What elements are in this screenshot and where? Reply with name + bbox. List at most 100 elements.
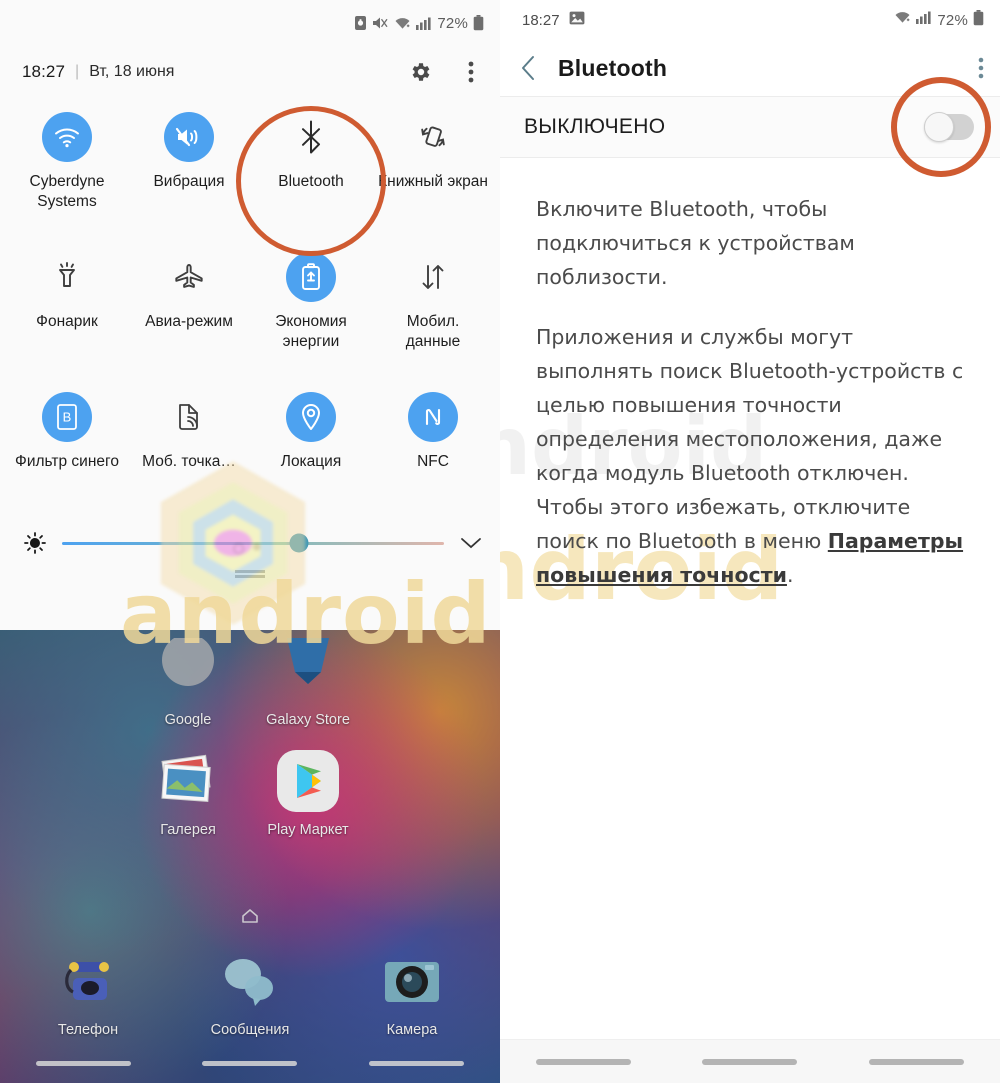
tile-mobile-hotspot[interactable]: Моб. точка… [128, 386, 250, 514]
tile-flashlight[interactable]: Фонарик [6, 246, 128, 374]
home-app-play-store[interactable]: Play Маркет [248, 748, 368, 838]
home-row-2: Галерея Play Маркет [128, 748, 500, 838]
more-vertical-icon[interactable] [458, 59, 484, 85]
home-app-phone[interactable]: Телефон [28, 948, 148, 1038]
more-vertical-icon[interactable] [978, 57, 984, 79]
home-app-label: Телефон [57, 1022, 119, 1038]
home-app-label: Galaxy Store [266, 712, 350, 728]
chevron-down-icon[interactable] [460, 536, 482, 550]
messages-icon [217, 948, 283, 1014]
nav-recents-pill[interactable] [35, 1060, 131, 1066]
wifi-icon [894, 10, 911, 30]
paragraph2-text-after: . [786, 563, 794, 587]
nav-home-pill[interactable] [202, 1060, 298, 1066]
svg-text:B: B [63, 410, 72, 425]
left-nav-bar [0, 1043, 500, 1083]
wifi-icon [42, 112, 92, 162]
right-nav-bar [500, 1039, 1000, 1083]
tile-label: Книжный экран [378, 173, 488, 190]
tile-label: Фильтр синего [15, 453, 119, 470]
flashlight-icon [42, 252, 92, 302]
signal-icon [416, 16, 432, 31]
tile-nfc[interactable]: NFC [372, 386, 494, 514]
bluetooth-switch-row[interactable]: ВЫКЛЮЧЕНО [500, 96, 1000, 158]
left-phone-panel: 72% 18:27 | Вт, 18 июня Cyberdyne System… [0, 0, 500, 1083]
mute-vibrate-icon [372, 15, 389, 31]
nav-recents-pill[interactable] [535, 1058, 631, 1065]
page-title: Bluetooth [558, 54, 668, 81]
tile-mobile-data[interactable]: Мобил. данные [372, 246, 494, 374]
brightness-slider-thumb[interactable] [289, 533, 309, 553]
tile-label: Моб. точка… [142, 453, 236, 470]
galaxy-store-icon [275, 638, 341, 704]
tile-label: Авиа-режим [145, 313, 233, 330]
nav-home-pill[interactable] [702, 1058, 798, 1065]
wifi-icon [394, 16, 411, 31]
home-app-label: Сообщения [210, 1022, 290, 1038]
tile-wifi[interactable]: Cyberdyne Systems [6, 106, 128, 234]
tile-bluetooth[interactable]: Bluetooth [250, 106, 372, 234]
tile-label: Локация [280, 453, 342, 470]
home-app-messages[interactable]: Сообщения [190, 948, 310, 1038]
home-app-label: Google [164, 712, 212, 728]
tile-label: Экономия энергии [275, 313, 347, 350]
battery-percent-label: 72% [437, 14, 468, 32]
left-status-icons: 72% [354, 15, 484, 32]
blue-light-filter-icon: B [42, 392, 92, 442]
tile-vibration[interactable]: Вибрация [128, 106, 250, 234]
signal-icon [916, 10, 932, 30]
tile-label: NFC [417, 453, 449, 470]
home-app-label: Play Маркет [267, 822, 349, 838]
battery-icon [973, 9, 984, 31]
nfc-icon [408, 392, 458, 442]
brightness-slider-row[interactable] [0, 514, 500, 564]
data-transfer-icon [408, 252, 458, 302]
home-app-label: Камера [386, 1022, 438, 1038]
nav-back-pill[interactable] [869, 1058, 965, 1065]
bluetooth-toggle-highlight [924, 112, 974, 142]
left-status-bar: 72% [0, 0, 500, 46]
google-folder-icon [155, 634, 221, 704]
tile-location[interactable]: Локация [250, 386, 372, 514]
home-app-galaxy-store[interactable]: Galaxy Store [248, 638, 368, 728]
tile-label: Мобил. данные [405, 313, 461, 350]
play-store-icon [275, 748, 341, 814]
bluetooth-state-label: ВЫКЛЮЧЕНО [524, 115, 666, 138]
toggle-knob [924, 112, 954, 142]
nav-back-pill[interactable] [369, 1060, 465, 1066]
paragraph2-text-before: Приложения и службы могут выполнять поис… [536, 325, 964, 553]
home-app-google[interactable]: Google [128, 634, 248, 728]
power-saving-icon [286, 252, 336, 302]
home-app-camera[interactable]: Камера [352, 948, 472, 1038]
location-pin-icon [286, 392, 336, 442]
home-row-3: Телефон Сообщения Камера [28, 948, 472, 1038]
tile-label: Вибрация [153, 173, 225, 190]
quick-settings-header: 18:27 | Вт, 18 июня [0, 46, 500, 94]
camera-icon [379, 948, 445, 1014]
right-phone-panel: 18:27 72% Bluetooth ВЫКЛЮЧЕНО ndroid dro… [500, 0, 1000, 1083]
tile-power-saving[interactable]: Экономия энергии [250, 246, 372, 374]
image-notification-icon [569, 11, 585, 30]
description-paragraph-2: Приложения и службы могут выполнять поис… [536, 320, 966, 592]
battery-icon [473, 15, 484, 31]
bluetooth-icon [286, 112, 336, 162]
tile-blue-light-filter[interactable]: B Фильтр синего [6, 386, 128, 514]
qs-panel-spacer [0, 578, 500, 596]
battery-percent-label: 72% [937, 11, 968, 29]
screen-rotation-icon [408, 112, 458, 162]
back-chevron-icon[interactable] [520, 54, 536, 82]
hotspot-icon [164, 392, 214, 442]
gear-icon[interactable] [408, 59, 434, 85]
qs-time-label: 18:27 [22, 62, 66, 81]
bluetooth-toggle-switch[interactable] [924, 112, 974, 142]
panel-drag-handle[interactable] [235, 570, 265, 578]
home-app-gallery[interactable]: Галерея [128, 748, 248, 838]
home-app-label: Галерея [160, 822, 216, 838]
brightness-icon [24, 532, 46, 554]
tile-label: Bluetooth [278, 173, 344, 190]
brightness-slider-track[interactable] [62, 533, 444, 553]
tile-screen-rotation[interactable]: Книжный экран [372, 106, 494, 234]
right-status-bar: 18:27 72% [500, 0, 1000, 40]
bluetooth-description: Включите Bluetooth, чтобы подключиться к… [500, 158, 1000, 592]
tile-airplane-mode[interactable]: Авиа-режим [128, 246, 250, 374]
